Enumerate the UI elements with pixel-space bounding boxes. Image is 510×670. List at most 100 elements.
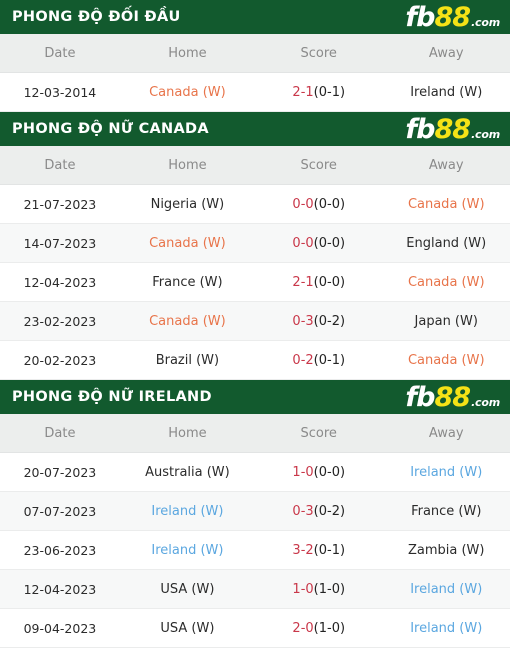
fb88-logo[interactable]: fb 88 .com (405, 116, 502, 143)
table-row: 14-07-2023 Canada (W) 0-0(0-0) England (W) (0, 223, 510, 263)
match-date: 12-04-2023 (23, 274, 97, 290)
column-header-score: Score (300, 425, 337, 441)
column-header-home: Home (168, 45, 207, 61)
score-halftime: (1-0) (313, 620, 346, 636)
away-team: Canada (W) (407, 352, 485, 368)
column-header-away: Away (428, 45, 464, 61)
match-score: 0-0(0-0) (255, 224, 383, 263)
table-row: 23-06-2023 Ireland (W) 3-2(0-1) Zambia (W) (0, 530, 510, 570)
match-score: 1-0(0-0) (255, 453, 383, 492)
table-row: 09-04-2023 USA (W) 2-0(1-0) Ireland (W) (0, 608, 510, 648)
match-table: Date Home Score Away 21-07-2023 Nigeria (W) 0-… (0, 146, 510, 380)
match-date: 07-07-2023 (23, 503, 97, 519)
home-team: Nigeria (W) (150, 196, 225, 212)
match-score: 0-0(0-0) (255, 185, 383, 224)
match-score: 1-0(1-0) (255, 570, 383, 609)
score-fulltime: 0-3 (292, 503, 314, 519)
table-body: 21-07-2023 Nigeria (W) 0-0(0-0) Canada (W) 1… (0, 184, 510, 380)
away-team: Canada (W) (407, 196, 485, 212)
score-fulltime: 2-0 (292, 620, 314, 636)
home-team: USA (W) (160, 581, 215, 597)
home-team: USA (W) (160, 620, 215, 636)
match-date: 20-02-2023 (23, 352, 97, 368)
home-team: Canada (W) (149, 235, 226, 251)
match-date: 12-04-2023 (23, 581, 97, 597)
section-header: PHONG ĐỘ ĐỐI ĐẦU fb 88 .com (0, 0, 510, 34)
table-head: Date Home Score Away (0, 34, 510, 73)
score-halftime: (0-1) (313, 84, 346, 100)
score-fulltime: 2-1 (292, 274, 314, 290)
score-fulltime: 0-2 (292, 352, 314, 368)
column-header-row: Date Home Score Away (0, 34, 510, 73)
match-date: 23-06-2023 (23, 542, 97, 558)
brand-88-text: 88 (434, 113, 472, 145)
column-header-score: Score (300, 157, 337, 173)
table-row: 21-07-2023 Nigeria (W) 0-0(0-0) Canada (W) (0, 184, 510, 224)
score-halftime: (0-0) (313, 235, 346, 251)
section-title: PHONG ĐỘ NỮ CANADA (12, 120, 209, 137)
table-row: 20-02-2023 Brazil (W) 0-2(0-1) Canada (W) (0, 340, 510, 380)
column-header-away: Away (428, 425, 464, 441)
brand-88-text: 88 (434, 381, 472, 413)
table-row: 20-07-2023 Australia (W) 1-0(0-0) Ireland (… (0, 452, 510, 492)
fb88-logo[interactable]: fb 88 .com (405, 4, 502, 31)
score-halftime: (0-2) (313, 503, 346, 519)
score-fulltime: 0-0 (292, 196, 314, 212)
match-score: 0-3(0-2) (255, 492, 383, 531)
section-header: PHONG ĐỘ NỮ IRELAND fb 88 .com (0, 380, 510, 414)
match-score: 0-3(0-2) (255, 302, 383, 341)
match-score: 2-1(0-1) (255, 73, 383, 112)
brand-dotcom-text: .com (471, 127, 500, 141)
score-halftime: (0-1) (313, 352, 346, 368)
home-team: France (W) (152, 274, 223, 290)
match-score: 2-1(0-0) (255, 263, 383, 302)
column-header-row: Date Home Score Away (0, 414, 510, 453)
match-score: 0-2(0-1) (255, 341, 383, 380)
section-title: PHONG ĐỘ NỮ IRELAND (12, 388, 212, 405)
table-row: 12-04-2023 USA (W) 1-0(1-0) Ireland (W) (0, 569, 510, 609)
section-title: PHONG ĐỘ ĐỐI ĐẦU (12, 8, 181, 25)
table-head: Date Home Score Away (0, 146, 510, 185)
score-fulltime: 2-1 (292, 84, 314, 100)
column-header-away: Away (428, 157, 464, 173)
column-header-date: Date (44, 425, 76, 441)
column-header-score: Score (300, 45, 337, 61)
away-team: Japan (W) (414, 313, 478, 329)
table-body: 12-03-2014 Canada (W) 2-1(0-1) Ireland (W) (0, 72, 510, 112)
brand-88-text: 88 (434, 1, 472, 33)
match-date: 23-02-2023 (23, 313, 97, 329)
score-fulltime: 3-2 (292, 542, 314, 558)
brand-fb-text: fb (405, 381, 435, 413)
score-fulltime: 1-0 (292, 464, 314, 480)
home-team: Australia (W) (145, 464, 230, 480)
match-table: Date Home Score Away 20-07-2023 Australia (W)… (0, 414, 510, 648)
away-team: France (W) (411, 503, 482, 519)
brand-dotcom-text: .com (471, 15, 500, 29)
match-date: 20-07-2023 (23, 464, 97, 480)
fb88-logo[interactable]: fb 88 .com (405, 384, 502, 411)
match-date: 14-07-2023 (23, 235, 97, 251)
score-fulltime: 1-0 (292, 581, 314, 597)
score-halftime: (0-0) (313, 464, 346, 480)
match-date: 21-07-2023 (23, 196, 97, 212)
table-row: 07-07-2023 Ireland (W) 0-3(0-2) France (W) (0, 491, 510, 531)
column-header-date: Date (44, 45, 76, 61)
column-header-date: Date (44, 157, 76, 173)
away-team: Ireland (W) (410, 464, 483, 480)
brand-fb-text: fb (405, 1, 435, 33)
home-team: Ireland (W) (151, 503, 224, 519)
head-to-head-form-panel: PHONG ĐỘ ĐỐI ĐẦU fb 88 .com Date Home Score Awa… (0, 0, 510, 648)
column-header-home: Home (168, 157, 207, 173)
match-score: 2-0(1-0) (255, 609, 383, 648)
score-halftime: (0-0) (313, 274, 346, 290)
score-fulltime: 0-3 (292, 313, 314, 329)
home-team: Canada (W) (149, 84, 226, 100)
match-score: 3-2(0-1) (255, 531, 383, 570)
home-team: Canada (W) (149, 313, 226, 329)
away-team: Ireland (W) (410, 84, 483, 100)
away-team: Ireland (W) (410, 581, 483, 597)
table-head: Date Home Score Away (0, 414, 510, 453)
table-row: 12-03-2014 Canada (W) 2-1(0-1) Ireland (W) (0, 72, 510, 112)
away-team: England (W) (406, 235, 487, 251)
table-row: 23-02-2023 Canada (W) 0-3(0-2) Japan (W) (0, 301, 510, 341)
